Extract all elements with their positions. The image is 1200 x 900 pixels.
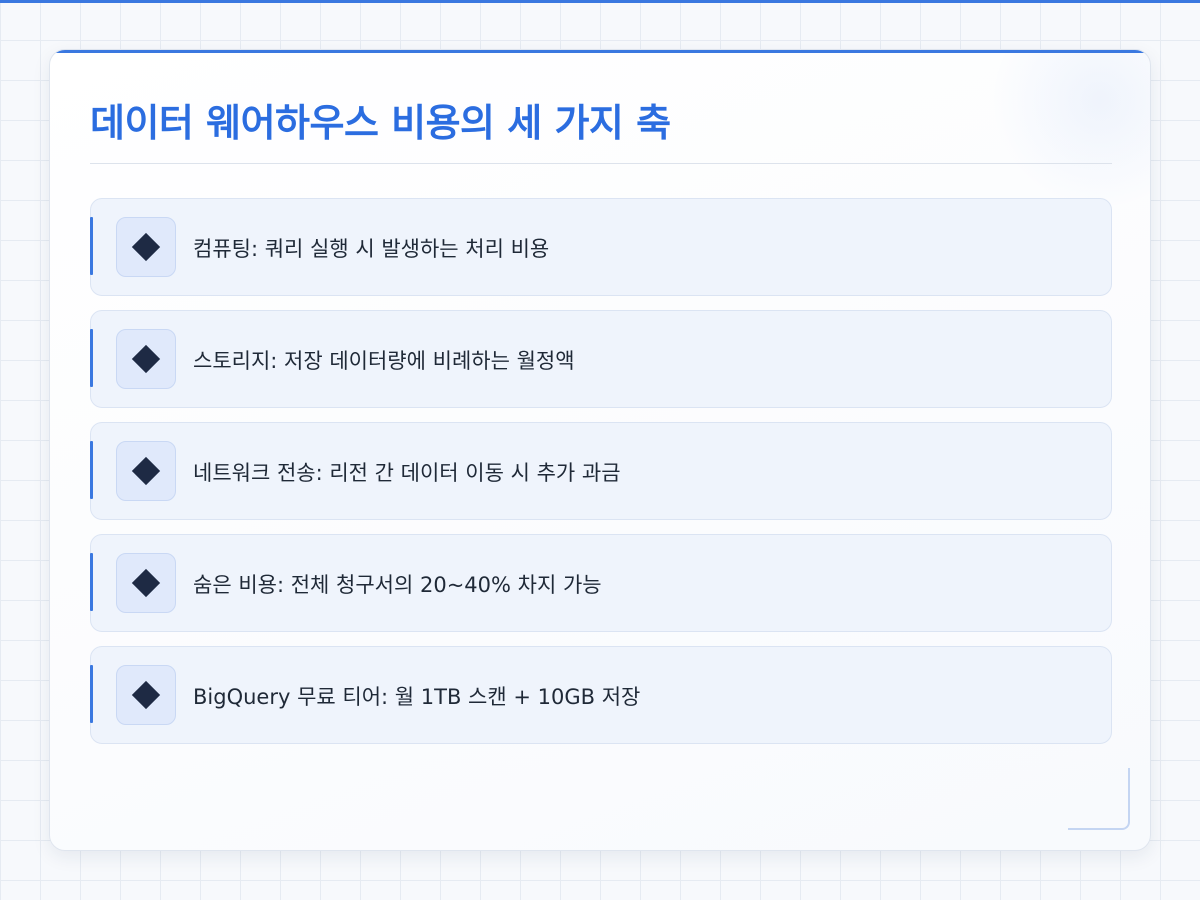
diamond-icon [131, 344, 161, 374]
slide-card: 데이터 웨어하우스 비용의 세 가지 축 컴퓨팅: 쿼리 실행 시 발생하는 처… [49, 49, 1151, 851]
list-item: 네트워크 전송: 리전 간 데이터 이동 시 추가 과금 [90, 422, 1112, 520]
item-accent-bar [90, 553, 93, 611]
item-icon-box [116, 217, 176, 277]
list-item: 숨은 비용: 전체 청구서의 20~40% 차지 가능 [90, 534, 1112, 632]
item-accent-bar [90, 329, 93, 387]
list-item: BigQuery 무료 티어: 월 1TB 스캔 + 10GB 저장 [90, 646, 1112, 744]
diamond-icon [131, 456, 161, 486]
list-item-text: BigQuery 무료 티어: 월 1TB 스캔 + 10GB 저장 [193, 685, 641, 709]
top-accent-bar [0, 0, 1200, 3]
list-item: 스토리지: 저장 데이터량에 비례하는 월정액 [90, 310, 1112, 408]
list-item-text: 스토리지: 저장 데이터량에 비례하는 월정액 [193, 349, 575, 373]
slide-title: 데이터 웨어하우스 비용의 세 가지 축 [90, 101, 671, 145]
corner-bracket-decoration [1068, 768, 1130, 830]
item-accent-bar [90, 217, 93, 275]
list-item-text: 네트워크 전송: 리전 간 데이터 이동 시 추가 과금 [193, 461, 621, 485]
diamond-icon [131, 568, 161, 598]
card-glow-decoration [990, 50, 1150, 210]
diamond-icon [131, 232, 161, 262]
card-top-accent [50, 50, 1150, 53]
item-icon-box [116, 665, 176, 725]
item-accent-bar [90, 441, 93, 499]
title-divider [90, 163, 1112, 164]
list-item-text: 숨은 비용: 전체 청구서의 20~40% 차지 가능 [193, 573, 602, 597]
item-accent-bar [90, 665, 93, 723]
diamond-icon [131, 680, 161, 710]
item-icon-box [116, 329, 176, 389]
item-icon-box [116, 441, 176, 501]
list-item-text: 컴퓨팅: 쿼리 실행 시 발생하는 처리 비용 [193, 237, 550, 261]
list-item: 컴퓨팅: 쿼리 실행 시 발생하는 처리 비용 [90, 198, 1112, 296]
item-icon-box [116, 553, 176, 613]
bullet-list: 컴퓨팅: 쿼리 실행 시 발생하는 처리 비용 스토리지: 저장 데이터량에 비… [90, 198, 1112, 758]
